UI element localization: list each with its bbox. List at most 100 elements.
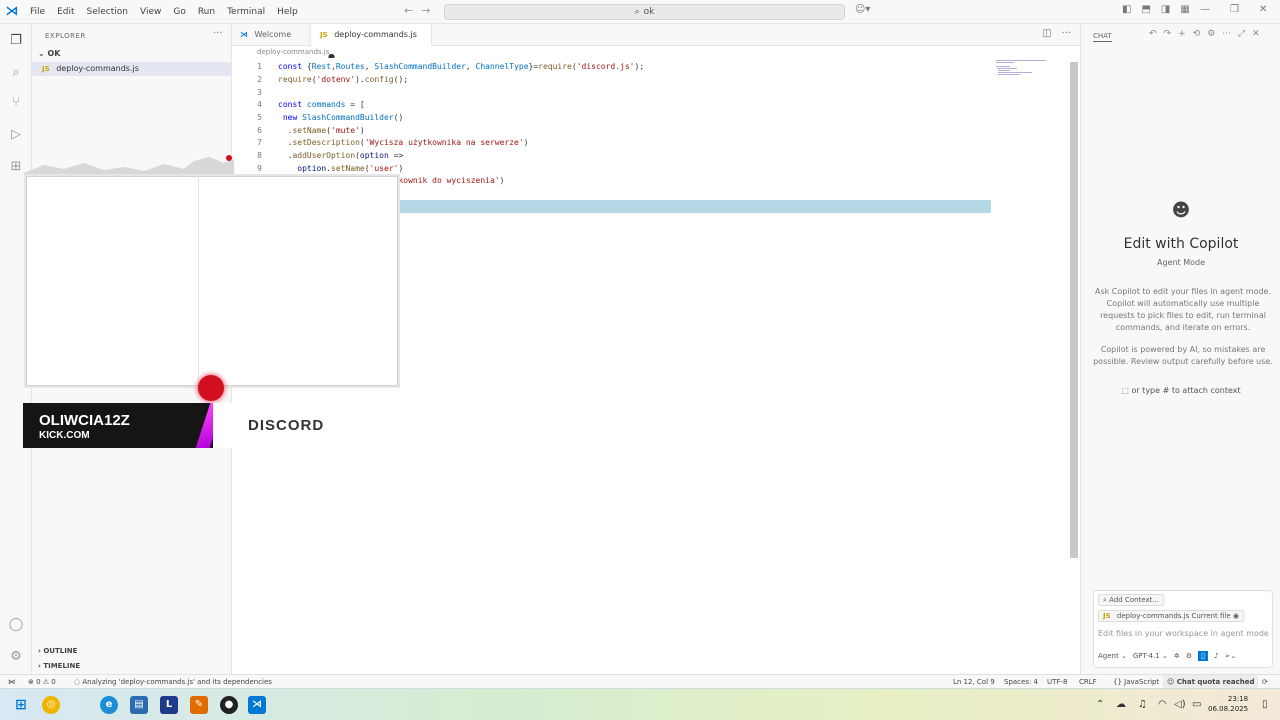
layout-icon[interactable]: ▦ xyxy=(1180,4,1189,15)
maximize-icon[interactable]: ❐ xyxy=(1230,4,1239,15)
redo-icon[interactable]: ↷ xyxy=(1164,29,1172,39)
timeline-section[interactable]: › TIMELINE xyxy=(32,660,232,672)
breadcrumb[interactable]: deploy-commands.js xyxy=(257,48,329,56)
account-icon[interactable]: ◯ xyxy=(7,616,25,634)
more-actions-icon[interactable]: ··· xyxy=(213,28,223,39)
line-number: 7 xyxy=(257,138,262,147)
tab-welcome[interactable]: ⋊ Welcome xyxy=(232,24,310,46)
chat-input-placeholder[interactable]: Edit files in your workspace in agent mo… xyxy=(1098,629,1269,638)
copilot-icon[interactable]: ☺▾ xyxy=(855,4,870,15)
chat-quota-status[interactable]: ☺ Chat quota reached xyxy=(1163,675,1258,689)
search-icon[interactable]: ⌕ xyxy=(7,64,25,82)
chrome-icon[interactable]: ◎ xyxy=(42,696,60,714)
attach-icon: ⬚ xyxy=(1121,386,1132,395)
battery-icon[interactable]: ▭ xyxy=(1192,699,1201,710)
more-actions-icon[interactable]: ··· xyxy=(1222,29,1231,39)
remote-icon[interactable]: ⋈ xyxy=(8,675,15,689)
menu-run[interactable]: Run xyxy=(192,0,221,24)
back-arrow-icon[interactable]: ← xyxy=(404,4,413,17)
settings-gear-icon[interactable]: ⚙ xyxy=(7,648,25,666)
model-label: GPT-4.1 xyxy=(1132,652,1160,660)
command-center-search[interactable]: ⌕ ok xyxy=(444,4,845,20)
tab-deploy-commands[interactable]: JS deploy-commands.js ● xyxy=(312,24,432,61)
minimize-icon[interactable]: — xyxy=(1200,4,1210,15)
history-icon[interactable]: ⟲ xyxy=(1193,29,1201,39)
chat-title[interactable]: CHAT xyxy=(1093,32,1112,42)
encoding[interactable]: UTF-8 xyxy=(1047,675,1067,689)
explorer-icon[interactable]: ❐ xyxy=(7,32,25,50)
minimap[interactable] xyxy=(996,60,1050,78)
menu-go[interactable]: Go xyxy=(167,0,191,24)
split-editor-icon[interactable]: ◫ xyxy=(1042,28,1051,39)
model-dropdown[interactable]: GPT-4.1 ⌄ xyxy=(1133,652,1168,660)
source-control-icon[interactable]: ⑂ xyxy=(7,94,25,112)
maximize-panel-icon[interactable]: ⤢ xyxy=(1238,29,1245,39)
language-label: JavaScript xyxy=(1124,678,1160,686)
wifi-icon[interactable]: ◠ xyxy=(1158,699,1167,710)
file-deploy-commands[interactable]: JS deploy-commands.js xyxy=(32,62,232,76)
windows-start-icon[interactable]: ⊞ xyxy=(12,696,30,714)
eye-icon[interactable]: ◉ xyxy=(1233,612,1239,620)
attach-context-hint: ⬚ or type # to attach context xyxy=(1081,386,1280,395)
line-number: 1 xyxy=(257,62,262,71)
obs-icon[interactable]: ● xyxy=(220,696,238,714)
extensions-icon[interactable]: ⊞ xyxy=(7,158,25,176)
mic-tray-icon[interactable]: ♫ xyxy=(1138,699,1147,710)
braces-icon: {} xyxy=(1113,678,1125,686)
app-l-icon[interactable]: L xyxy=(160,696,178,714)
chat-input-box[interactable]: ⌕ Add Context... JS deploy-commands.js C… xyxy=(1093,590,1273,668)
settings-gear-icon[interactable]: ⚙ xyxy=(1207,29,1215,39)
tools-icon[interactable]: ✲ xyxy=(1174,652,1180,660)
code-line-4: const commands = [ xyxy=(278,100,365,109)
indentation[interactable]: Spaces: 4 xyxy=(1004,675,1038,689)
cloud-icon[interactable]: ☁ xyxy=(1116,699,1126,710)
add-context-button[interactable]: ⌕ Add Context... xyxy=(1098,594,1165,606)
menu-help[interactable]: Help xyxy=(271,0,304,24)
js-file-icon: JS xyxy=(1103,612,1111,620)
editor-scrollbar[interactable] xyxy=(1070,62,1078,558)
outline-section[interactable]: › OUTLINE xyxy=(32,645,232,657)
toggle-sidebar-icon[interactable]: ◧ xyxy=(1122,4,1131,15)
toggle-panel-icon[interactable]: ⬒ xyxy=(1141,4,1150,15)
store-icon[interactable]: ▤ xyxy=(130,696,148,714)
current-file-chip[interactable]: JS deploy-commands.js Current file ◉ xyxy=(1098,610,1245,622)
language-mode[interactable]: {} JavaScript xyxy=(1113,675,1159,689)
undo-icon[interactable]: ↶ xyxy=(1149,29,1157,39)
new-chat-icon[interactable]: + xyxy=(1178,29,1186,39)
problems-indicator[interactable]: ⊗ 0 ⚠ 0 xyxy=(28,675,56,689)
code-line-8: .addUserOption(option => xyxy=(278,151,404,160)
voice-mode-icon[interactable]: ▯ xyxy=(1198,651,1209,661)
send-icon[interactable]: ➢⌄ xyxy=(1224,652,1236,660)
menu-selection[interactable]: Selection xyxy=(81,0,134,24)
microphone-icon[interactable]: ♪ xyxy=(1214,652,1218,660)
menu-terminal[interactable]: Terminal xyxy=(221,0,271,24)
menu-edit[interactable]: Edit xyxy=(51,0,80,24)
volume-icon[interactable]: ◁) xyxy=(1174,699,1186,710)
streamer-tag: DISCORD xyxy=(213,403,363,448)
js-file-icon: JS xyxy=(42,65,50,73)
edge-icon[interactable]: e xyxy=(100,696,118,714)
toggle-secondary-sidebar-icon[interactable]: ◨ xyxy=(1161,4,1170,15)
more-actions-icon[interactable]: ··· xyxy=(1061,28,1071,39)
end-of-line[interactable]: CRLF xyxy=(1079,675,1097,689)
tray-chevron-icon[interactable]: ⌃ xyxy=(1096,699,1104,710)
line-number: 4 xyxy=(257,100,262,109)
clock[interactable]: 23:18 06.08.2025 xyxy=(1208,694,1248,714)
close-panel-icon[interactable]: ✕ xyxy=(1252,29,1260,39)
run-debug-icon[interactable]: ▷ xyxy=(7,126,25,144)
menu-view[interactable]: View xyxy=(134,0,167,24)
folder-ok[interactable]: ⌄ OK xyxy=(32,48,232,60)
vscode-icon: ⋊ xyxy=(240,30,248,39)
vscode-logo-icon: ⋊ xyxy=(5,4,19,19)
app-orange-icon[interactable]: ✎ xyxy=(190,696,208,714)
notifications-bell-icon[interactable]: ⟳ xyxy=(1262,675,1268,689)
forward-arrow-icon[interactable]: → xyxy=(421,4,430,17)
cursor-position[interactable]: Ln 12, Col 9 xyxy=(953,675,995,689)
notification-icon[interactable]: ▯ xyxy=(1262,699,1268,710)
close-icon[interactable]: ✕ xyxy=(1259,4,1267,15)
agent-mode-dropdown[interactable]: Agent ⌄ xyxy=(1098,652,1127,660)
menu-file[interactable]: File xyxy=(24,0,51,24)
configure-icon[interactable]: ⚙ xyxy=(1186,652,1192,660)
chat-disclaimer-text: Copilot is powered by AI, so mistakes ar… xyxy=(1093,345,1273,366)
vscode-taskbar-icon[interactable]: ⋊ xyxy=(248,696,266,714)
